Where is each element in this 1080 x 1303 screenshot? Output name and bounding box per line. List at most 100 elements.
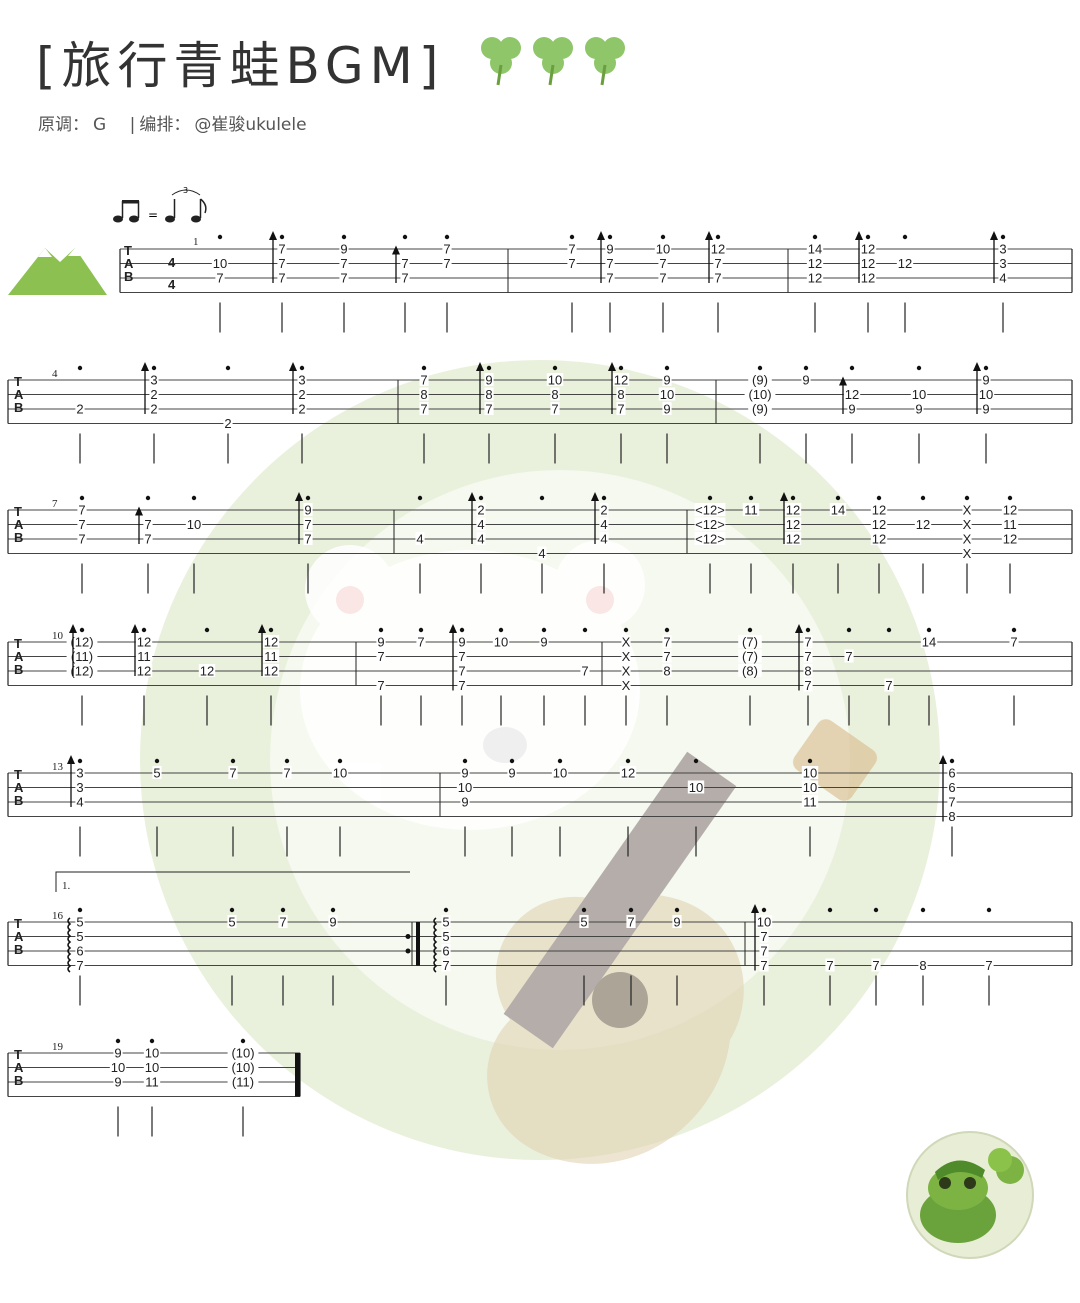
fret-number: 10	[757, 915, 771, 930]
fret-number: 7	[283, 766, 290, 781]
time-signature-bottom: 4	[168, 277, 176, 292]
fret-number: 7	[985, 958, 992, 973]
fret-number: X	[622, 664, 631, 679]
staccato-dot	[581, 907, 587, 913]
fret-number: 7	[78, 503, 85, 518]
staccato-dot	[1011, 627, 1017, 633]
fret-number: 2	[600, 503, 607, 518]
fret-number: 7	[278, 242, 285, 257]
strum-arrowhead	[608, 362, 616, 371]
fret-number: 11	[137, 649, 151, 664]
strum-arrowhead	[990, 231, 998, 240]
fret-number: 10	[333, 766, 347, 781]
strum-arrowhead	[780, 492, 788, 501]
fret-number: 7	[442, 958, 449, 973]
fret-number: 10	[213, 256, 227, 271]
fret-number: 9	[304, 503, 311, 518]
fret-number: 12	[872, 503, 886, 518]
measure-number: 19	[52, 1041, 64, 1053]
fret-number: 7	[144, 517, 151, 532]
staccato-dot	[805, 627, 811, 633]
staccato-dot	[926, 627, 932, 633]
fret-number: 10	[660, 387, 674, 402]
strum-arrowhead	[839, 376, 847, 386]
staccato-dot	[623, 627, 629, 633]
time-signature-top: 4	[168, 255, 176, 270]
fret-number: (10)	[231, 1046, 254, 1061]
fret-number: 9	[458, 635, 465, 650]
fret-number: 11	[264, 649, 278, 664]
fret-number: 9	[461, 795, 468, 810]
measure-number: 1	[193, 236, 199, 248]
fret-number: 10	[458, 780, 472, 795]
fret-number: 3	[298, 373, 305, 388]
arpeggio-wavy-line	[433, 917, 438, 973]
fret-number: 7	[760, 944, 767, 959]
fret-number: 12	[786, 532, 800, 547]
fret-number: 10	[187, 517, 201, 532]
staccato-dot	[920, 495, 926, 501]
fret-number: X	[963, 546, 972, 561]
fret-number: 7	[229, 766, 236, 781]
staccato-dot	[151, 365, 157, 371]
staccato-dot	[402, 234, 408, 240]
fret-number: 7	[804, 635, 811, 650]
staccato-dot	[154, 758, 160, 764]
staccato-dot	[983, 365, 989, 371]
staccato-dot	[204, 627, 210, 633]
staccato-dot	[873, 907, 879, 913]
strum-arrowhead	[135, 506, 143, 516]
fret-number: 4	[538, 546, 545, 561]
staccato-dot	[715, 234, 721, 240]
fret-number: 7	[804, 678, 811, 693]
repeat-dot	[405, 934, 411, 939]
fret-number: 5	[228, 915, 235, 930]
fret-number: 12	[872, 517, 886, 532]
staccato-dot	[607, 234, 613, 240]
measure-number: 13	[52, 761, 64, 773]
fret-number: 10	[689, 780, 703, 795]
tab-clef-letter: B	[14, 793, 23, 808]
fret-number: <12>	[695, 532, 725, 547]
fret-number: 7	[278, 256, 285, 271]
fret-number: 2	[150, 402, 157, 417]
fret-number: 7	[304, 532, 311, 547]
fret-number: 12	[808, 256, 822, 271]
tab-score: TAB4411077779777777779771077127714121212…	[7, 231, 1073, 1137]
arpeggio-wavy-line	[67, 917, 72, 973]
fret-number: 3	[999, 256, 1006, 271]
strum-arrowhead	[131, 624, 139, 633]
strum-arrowhead	[392, 245, 400, 255]
fret-number: <12>	[695, 517, 725, 532]
final-barline	[295, 1053, 300, 1097]
strum-arrowhead	[751, 904, 759, 913]
staccato-dot	[417, 495, 423, 501]
staccato-dot	[916, 365, 922, 371]
fret-number: 9	[485, 373, 492, 388]
staccato-dot	[552, 365, 558, 371]
fret-number: 8	[551, 387, 558, 402]
staccato-dot	[761, 907, 767, 913]
fret-number: 7	[606, 271, 613, 286]
staccato-dot	[418, 627, 424, 633]
fret-number: 7	[1010, 635, 1017, 650]
fret-number: 9	[329, 915, 336, 930]
fret-number: 7	[401, 271, 408, 286]
fret-number: (12)	[70, 664, 93, 679]
fret-number: 9	[673, 915, 680, 930]
fret-number: 2	[76, 402, 83, 417]
fret-number: 12	[808, 271, 822, 286]
fret-number: 12	[711, 242, 725, 257]
fret-number: 2	[298, 387, 305, 402]
fret-number: 4	[600, 532, 607, 547]
staccato-dot	[284, 758, 290, 764]
staccato-dot	[141, 627, 147, 633]
fret-number: 9	[982, 373, 989, 388]
staccato-dot	[625, 758, 631, 764]
repeat-barline	[416, 922, 420, 966]
staccato-dot	[707, 495, 713, 501]
fret-number: 12	[845, 387, 859, 402]
fret-number: 9	[114, 1075, 121, 1090]
fret-number: 6	[442, 944, 449, 959]
fret-number: (7)	[742, 649, 758, 664]
